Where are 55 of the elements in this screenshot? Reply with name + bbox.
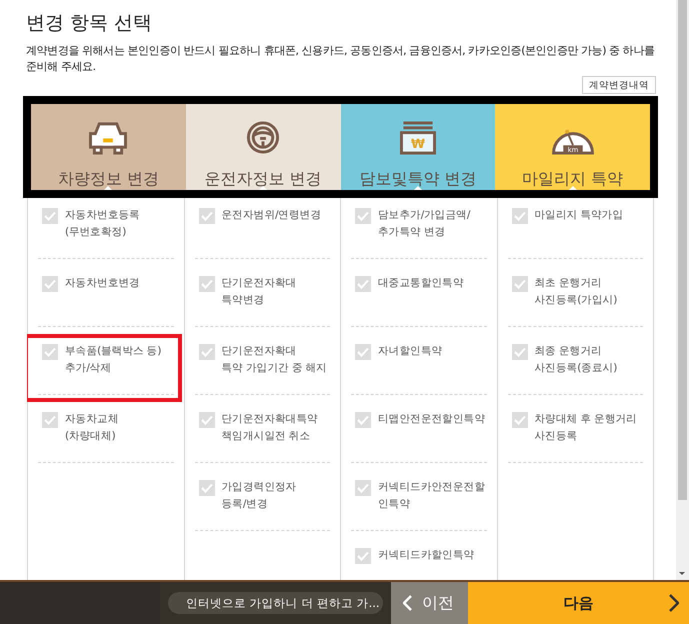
checkbox[interactable] (42, 344, 58, 360)
next-button[interactable]: 다음 (468, 582, 689, 624)
chat-text: 인터넷으로 가입하니 더 편하고 가... (186, 596, 380, 610)
won-sign: ₩ (410, 136, 425, 152)
option-label: 부속품(블랙박스 등) 추가/삭제 (65, 344, 162, 376)
option-label: 최종 운행거리 사진등록(종료시) (534, 344, 617, 376)
option-label: 자동차교체 (차량대체) (65, 412, 119, 444)
option-label: 커넥티드카안전운전할 인특약 (378, 480, 486, 512)
checkbox[interactable] (198, 412, 214, 428)
checkbox[interactable] (42, 276, 58, 292)
checkbox[interactable] (355, 548, 371, 564)
option-label: 차량대체 후 운행거리 사진등록 (534, 412, 637, 444)
option-label: 담보추가/가입금액/ 추가특약 변경 (378, 208, 470, 240)
checkbox[interactable] (355, 276, 371, 292)
chat-banner[interactable]: 인터넷으로 가입하니 더 편하고 가... (168, 592, 383, 614)
option-label: 단기운전자확대 특약변경 (222, 276, 296, 308)
option-label: 자동차번호변경 (65, 276, 140, 291)
previous-button[interactable]: 이전 (391, 582, 468, 624)
checkbox[interactable] (42, 412, 58, 428)
category-tab[interactable]: 차량정보 변경 (31, 104, 186, 190)
money-card-icon (400, 121, 436, 155)
checkbox[interactable] (198, 276, 214, 292)
option-label: 자동차번호등록 (무번호확정) (65, 208, 140, 240)
category-tab[interactable]: ₩ 담보및특약 변경 (340, 104, 496, 190)
steering-wheel-icon (245, 120, 282, 155)
page-title: 변경 항목 선택 (26, 11, 154, 36)
checkbox[interactable] (512, 208, 528, 224)
checkbox[interactable] (198, 480, 214, 496)
checkbox[interactable] (512, 412, 528, 428)
checkbox[interactable] (355, 208, 371, 224)
checkbox[interactable] (42, 208, 58, 224)
option-label: 단기운전자확대 특약 가입기간 중 해지 (222, 344, 327, 376)
checkbox[interactable] (198, 344, 214, 360)
chevron-right-icon (669, 594, 679, 612)
speedometer-icon (552, 130, 594, 155)
instruction-text: 계약변경을 위해서는 본인인증이 반드시 필요하니 휴대폰, 신용카드, 공동인증서, 금융인증서, 카카오인증(본인인증만 가능) 중 하나를 준비해 주세요. (26, 43, 656, 75)
checkbox[interactable] (198, 208, 214, 224)
checkbox[interactable] (355, 412, 371, 428)
chevron-left-icon (403, 595, 412, 611)
option-label: 티맵안전운전할인특약 (378, 412, 486, 427)
checkbox[interactable] (355, 344, 371, 360)
option-label: 운전자범위/연령변경 (222, 208, 322, 223)
scrollbar[interactable] (676, 0, 689, 580)
option-label: 대중교통할인특약 (378, 276, 464, 291)
option-label: 단기운전자확대특약 책임개시일전 취소 (222, 412, 318, 444)
category-tab[interactable]: 운전자정보 변경 (186, 104, 340, 190)
option-label: 자녀할인특약 (378, 344, 442, 359)
change-history-button[interactable]: 계약변경내역 (582, 76, 656, 94)
option-label: 최초 운행거리 사진등록(가입시) (534, 276, 617, 308)
checkbox[interactable] (512, 276, 528, 292)
option-label: 가입경력인정자 등록/변경 (222, 480, 296, 512)
checkbox[interactable] (512, 344, 528, 360)
checkbox[interactable] (355, 480, 371, 496)
option-label: 커넥티드카할인특약 (378, 548, 474, 563)
option-label: 마일리지 특약가입 (534, 208, 624, 223)
